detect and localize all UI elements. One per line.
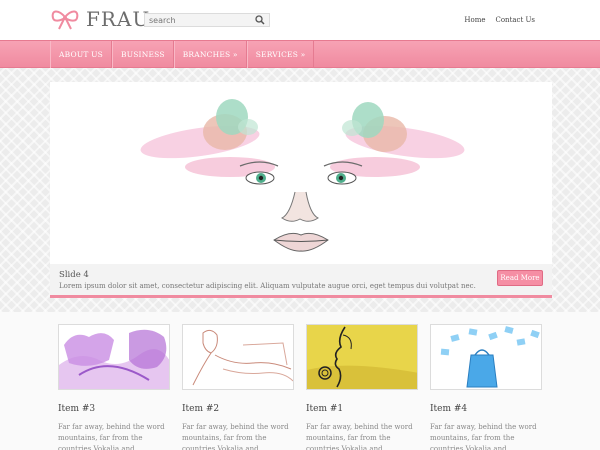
contact-us-link[interactable]: Contact Us — [495, 16, 535, 24]
item-card: Item #4 Far far away, behind the word mo… — [430, 324, 542, 450]
nav-item-branches[interactable]: BRANCHES » — [173, 41, 247, 68]
item-text: Far far away, behind the word mountains,… — [58, 423, 165, 450]
item-title: Item #2 — [182, 404, 220, 414]
nav-item-about-us[interactable]: ABOUT US — [50, 41, 112, 68]
bow-icon — [51, 10, 79, 30]
search-input[interactable] — [145, 15, 253, 25]
logo[interactable]: FRAU — [50, 7, 150, 31]
home-link[interactable]: Home — [464, 16, 485, 24]
item-card: Item #1 Far far away, behind the word mo… — [306, 324, 418, 450]
item-title: Item #3 — [58, 404, 96, 414]
read-more-button[interactable]: Read More — [497, 270, 543, 286]
logo-text: FRAU — [86, 7, 151, 31]
item-title: Item #1 — [306, 404, 344, 414]
slide: Slide 4 Lorem ipsum dolor sit amet, cons… — [50, 82, 552, 298]
nav-item-services[interactable]: SERVICES » — [246, 41, 315, 68]
header: FRAU Home Contact Us — [0, 0, 600, 40]
slide-text: Lorem ipsum dolor sit amet, consectetur … — [59, 282, 476, 290]
item-text: Far far away, behind the word mountains,… — [182, 423, 289, 450]
item-image[interactable] — [306, 324, 418, 390]
item-image[interactable] — [58, 324, 170, 390]
item-card: Item #2 Far far away, behind the word mo… — [182, 324, 294, 450]
search-box — [144, 13, 270, 27]
item-card: Item #3 Far far away, behind the word mo… — [58, 324, 170, 450]
item-text: Far far away, behind the word mountains,… — [430, 423, 537, 450]
item-image[interactable] — [430, 324, 542, 390]
main-navbar: ABOUT US BUSINESS BRANCHES » SERVICES » — [0, 40, 600, 68]
top-links: Home Contact Us — [464, 16, 535, 24]
slide-image — [50, 82, 552, 264]
slide-caption: Slide 4 Lorem ipsum dolor sit amet, cons… — [50, 264, 552, 295]
item-image[interactable] — [182, 324, 294, 390]
item-title: Item #4 — [430, 404, 468, 414]
main-nav: ABOUT US BUSINESS BRANCHES » SERVICES » — [50, 41, 315, 69]
slide-title: Slide 4 — [59, 270, 89, 280]
item-text: Far far away, behind the word mountains,… — [306, 423, 413, 450]
search-icon[interactable] — [255, 15, 265, 25]
nav-item-business[interactable]: BUSINESS — [111, 41, 174, 68]
